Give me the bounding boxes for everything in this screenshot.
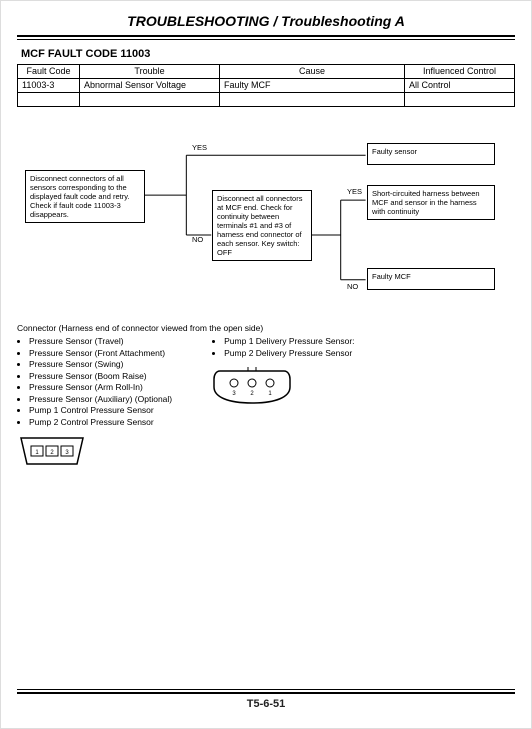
list-item: Pump 2 Control Pressure Sensor [29, 417, 172, 428]
rule-thin [17, 39, 515, 40]
svg-text:2: 2 [250, 391, 254, 397]
label-no: NO [192, 235, 203, 244]
connector-a-icon: 1 2 3 [17, 434, 87, 470]
th-cause: Cause [220, 65, 405, 79]
notes-intro: Connector (Harness end of connector view… [17, 323, 515, 334]
svg-text:3: 3 [65, 450, 69, 456]
connector-b-icon: 3 2 1 [212, 365, 292, 409]
list-item: Pressure Sensor (Swing) [29, 359, 172, 370]
flow-result-faulty-mcf: Faulty MCF [367, 268, 495, 290]
cell-code [18, 93, 80, 107]
label-yes: YES [192, 143, 207, 152]
label-no: NO [347, 282, 358, 291]
list-item: Pressure Sensor (Front Attachment) [29, 348, 172, 359]
th-influenced: Influenced Control [405, 65, 515, 79]
notes-col-left: Pressure Sensor (Travel) Pressure Sensor… [17, 334, 172, 473]
fault-table: Fault Code Trouble Cause Influenced Cont… [17, 64, 515, 107]
list-item: Pressure Sensor (Auxiliary) (Optional) [29, 394, 172, 405]
flowchart: Disconnect connectors of all sensors cor… [17, 135, 515, 315]
rule-thick [17, 692, 515, 694]
page-title: TROUBLESHOOTING / Troubleshooting A [17, 13, 515, 29]
label-yes: YES [347, 187, 362, 196]
notes-col-right: Pump 1 Delivery Pressure Sensor: Pump 2 … [212, 334, 354, 473]
cell-influenced: All Control [405, 79, 515, 93]
cell-influenced [405, 93, 515, 107]
cell-cause [220, 93, 405, 107]
cell-trouble [80, 93, 220, 107]
list-item: Pressure Sensor (Travel) [29, 336, 172, 347]
list-item: Pump 1 Control Pressure Sensor [29, 405, 172, 416]
rule-thin [17, 689, 515, 690]
flow-step2: Disconnect all connectors at MCF end. Ch… [212, 190, 312, 261]
page-number: T5-6-51 [17, 698, 515, 710]
rule-thick [17, 35, 515, 37]
connector-notes: Connector (Harness end of connector view… [17, 323, 515, 474]
table-header-row: Fault Code Trouble Cause Influenced Cont… [18, 65, 515, 79]
page-footer: T5-6-51 [17, 689, 515, 710]
section-heading: MCF FAULT CODE 11003 [21, 48, 515, 60]
list-item: Pump 1 Delivery Pressure Sensor: [224, 336, 354, 347]
svg-text:3: 3 [232, 391, 236, 397]
svg-text:2: 2 [50, 450, 54, 456]
table-row [18, 93, 515, 107]
th-faultcode: Fault Code [18, 65, 80, 79]
list-item: Pressure Sensor (Boom Raise) [29, 371, 172, 382]
svg-text:1: 1 [268, 391, 272, 397]
flow-step1: Disconnect connectors of all sensors cor… [25, 170, 145, 223]
flow-result-short-harness: Short-circuited harness between MCF and … [367, 185, 495, 220]
th-trouble: Trouble [80, 65, 220, 79]
cell-code: 11003-3 [18, 79, 80, 93]
flow-result-faulty-sensor: Faulty sensor [367, 143, 495, 165]
cell-cause: Faulty MCF [220, 79, 405, 93]
list-item: Pump 2 Delivery Pressure Sensor [224, 348, 354, 359]
table-row: 11003-3 Abnormal Sensor Voltage Faulty M… [18, 79, 515, 93]
svg-text:1: 1 [35, 450, 39, 456]
list-item: Pressure Sensor (Arm Roll-In) [29, 382, 172, 393]
cell-trouble: Abnormal Sensor Voltage [80, 79, 220, 93]
